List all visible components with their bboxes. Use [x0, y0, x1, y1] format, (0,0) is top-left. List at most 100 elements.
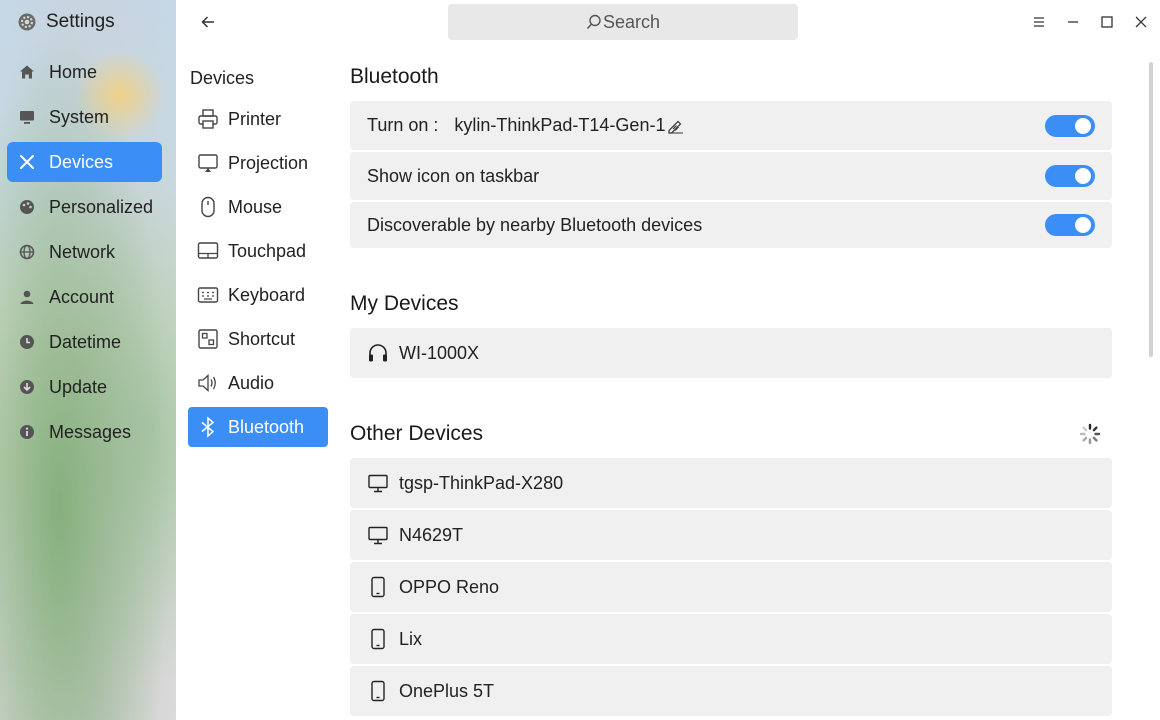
bluetooth-power-toggle[interactable]: [1045, 114, 1095, 137]
arrow-left-icon: [201, 16, 214, 28]
minimize-button[interactable]: [1063, 12, 1083, 32]
nav-label: Datetime: [49, 331, 122, 352]
shortcut-icon: [197, 328, 219, 350]
turn-on-label: Turn on :: [367, 115, 439, 135]
subnav-label: Touchpad: [228, 240, 307, 261]
mouse-icon: [197, 196, 219, 218]
my-devices-title: My Devices: [350, 292, 459, 315]
show-icon-toggle[interactable]: [1045, 165, 1095, 187]
subnav-label: Printer: [228, 108, 282, 129]
discoverable-row: Discoverable by nearby Bluetooth devices: [350, 202, 1112, 248]
close-button[interactable]: [1131, 12, 1151, 32]
loading-spinner-icon: [1079, 423, 1101, 445]
devices-icon: [19, 154, 35, 170]
subnav-item-touchpad[interactable]: Touchpad: [188, 231, 328, 271]
phone-icon: [367, 576, 389, 598]
nav-label: Home: [49, 61, 98, 82]
globe-icon: [19, 244, 35, 260]
home-icon: [19, 64, 35, 80]
minimize-icon: [1068, 21, 1078, 23]
subnav-label: Projection: [228, 152, 309, 173]
headphones-icon: [367, 342, 389, 364]
nav-label: Network: [49, 241, 116, 262]
nav-item-messages[interactable]: Messages: [7, 412, 162, 452]
subnav-item-audio[interactable]: Audio: [188, 363, 328, 403]
nav-item-personalized[interactable]: Personalized: [7, 187, 162, 227]
device-name-label: kylin-ThinkPad-T14-Gen-1: [454, 115, 666, 135]
device-name: tgsp-ThinkPad-X280: [399, 472, 564, 493]
nav-label: Personalized: [49, 196, 154, 217]
hamburger-menu-icon: [1034, 17, 1044, 27]
phone-icon: [367, 680, 389, 702]
edit-name-icon[interactable]: [667, 117, 685, 135]
subnav-title: Devices: [190, 68, 255, 88]
subnav-label: Bluetooth: [228, 416, 305, 437]
nav-list: Home System Devices Personalized Network: [7, 52, 162, 457]
subnav-label: Audio: [228, 372, 275, 393]
nav-label: System: [49, 106, 110, 127]
printer-icon: [197, 108, 219, 130]
nav-item-system[interactable]: System: [7, 97, 162, 137]
close-icon: [1135, 16, 1147, 28]
left-navigation: Settings Home System Devices Personalize…: [0, 0, 176, 720]
nav-item-datetime[interactable]: Datetime: [7, 322, 162, 362]
bluetooth-icon: [197, 416, 219, 438]
keyboard-icon: [197, 284, 219, 306]
bluetooth-section-title: Bluetooth: [350, 65, 439, 88]
app-header: Settings: [18, 8, 115, 36]
nav-item-account[interactable]: Account: [7, 277, 162, 317]
other-device-row[interactable]: tgsp-ThinkPad-X280: [350, 458, 1112, 508]
device-name: OnePlus 5T: [399, 680, 495, 701]
search-icon: [586, 14, 601, 29]
audio-icon: [197, 372, 219, 394]
settings-gear-icon: [18, 13, 36, 31]
discoverable-toggle[interactable]: [1045, 214, 1095, 236]
subnav-label: Mouse: [228, 196, 283, 217]
maximize-button[interactable]: [1097, 12, 1117, 32]
computer-icon: [367, 472, 389, 494]
clock-icon: [19, 334, 35, 350]
monitor-icon: [19, 109, 35, 125]
search-placeholder: Search: [602, 11, 661, 32]
subnav-label: Shortcut: [228, 328, 296, 349]
my-device-row[interactable]: WI-1000X: [350, 328, 1112, 378]
subnav-item-printer[interactable]: Printer: [188, 99, 328, 139]
device-name: N4629T: [399, 524, 464, 545]
palette-icon: [19, 199, 35, 215]
subnav-item-shortcut[interactable]: Shortcut: [188, 319, 328, 359]
bluetooth-power-row: Turn on : kylin-ThinkPad-T14-Gen-1: [350, 101, 1112, 150]
computer-icon: [367, 524, 389, 546]
nav-label: Devices: [49, 151, 114, 172]
other-devices-title: Other Devices: [350, 422, 484, 445]
back-button[interactable]: [196, 10, 220, 34]
show-icon-row: Show icon on taskbar: [350, 152, 1112, 200]
menu-button[interactable]: [1029, 12, 1049, 32]
nav-label: Update: [49, 376, 108, 397]
touchpad-icon: [197, 240, 219, 262]
update-icon: [19, 379, 35, 395]
info-icon: [19, 424, 35, 440]
other-device-row[interactable]: OnePlus 5T: [350, 666, 1112, 716]
discoverable-label: Discoverable by nearby Bluetooth devices: [367, 214, 703, 235]
subnav-list: Printer Projection Mouse Touchpad Keyboa…: [188, 99, 328, 451]
subnav-item-mouse[interactable]: Mouse: [188, 187, 328, 227]
maximize-icon: [1101, 16, 1113, 28]
subnav-item-projection[interactable]: Projection: [188, 143, 328, 183]
projection-icon: [197, 152, 219, 174]
nav-item-devices[interactable]: Devices: [7, 142, 162, 182]
other-device-row[interactable]: N4629T: [350, 510, 1112, 560]
other-device-row[interactable]: Lix: [350, 614, 1112, 664]
nav-label: Messages: [49, 421, 132, 442]
other-device-row[interactable]: OPPO Reno: [350, 562, 1112, 612]
app-title: Settings: [46, 11, 115, 32]
user-icon: [19, 289, 35, 305]
show-icon-label: Show icon on taskbar: [367, 165, 540, 186]
nav-item-network[interactable]: Network: [7, 232, 162, 272]
nav-item-home[interactable]: Home: [7, 52, 162, 92]
nav-item-update[interactable]: Update: [7, 367, 162, 407]
subnav-item-bluetooth[interactable]: Bluetooth: [188, 407, 328, 447]
search-input[interactable]: Search: [448, 4, 798, 40]
subnav-item-keyboard[interactable]: Keyboard: [188, 275, 328, 315]
scrollbar[interactable]: [1149, 62, 1153, 357]
nav-label: Account: [49, 286, 115, 307]
